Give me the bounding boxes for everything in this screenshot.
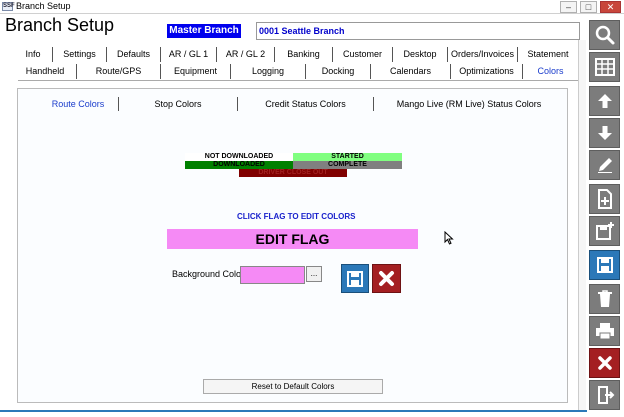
close-icon	[597, 356, 612, 370]
tab-docking[interactable]: Docking	[306, 64, 371, 79]
tab-desktop[interactable]: Desktop	[393, 47, 448, 62]
maximize-button[interactable]: □	[580, 1, 597, 13]
cancel-color-button[interactable]	[372, 264, 401, 293]
tab-equipment[interactable]: Equipment	[161, 64, 231, 79]
tab-logging[interactable]: Logging	[231, 64, 306, 79]
branch-name: 0001 Seattle Branch	[259, 26, 345, 36]
click-flag-hint: CLICK FLAG TO EDIT COLORS	[237, 212, 356, 221]
page-title: Branch Setup	[5, 15, 115, 35]
close-window-button[interactable]: ✕	[600, 1, 621, 13]
tab-statement[interactable]: Statement	[518, 47, 578, 62]
background-color-label: Background Color	[172, 269, 245, 279]
app-icon: SSF	[2, 2, 15, 11]
save-new-button[interactable]	[589, 216, 620, 246]
tab-info[interactable]: Info	[14, 47, 53, 62]
status-line	[0, 410, 587, 412]
minimize-button[interactable]: –	[560, 1, 577, 13]
subtab-route-colors[interactable]: Route Colors	[38, 97, 118, 111]
tab-customer[interactable]: Customer	[333, 47, 393, 62]
save-new-icon	[595, 222, 614, 240]
tab-route-gps[interactable]: Route/GPS	[77, 64, 161, 79]
tab-defaults[interactable]: Defaults	[107, 47, 161, 62]
flag-complete[interactable]: COMPLETE	[293, 161, 402, 169]
tab-ar-gl-2[interactable]: AR / GL 2	[217, 47, 275, 62]
flag-driver-close-out[interactable]: DRIVER CLOSE OUT	[239, 169, 347, 177]
print-icon	[595, 323, 614, 340]
close-icon	[379, 271, 394, 286]
mouse-cursor-icon	[444, 230, 454, 250]
new-document-icon	[597, 189, 612, 209]
cancel-button[interactable]	[589, 348, 620, 378]
vertical-scrollbar[interactable]	[578, 40, 586, 410]
tab-settings[interactable]: Settings	[53, 47, 107, 62]
tab-colors[interactable]: Colors	[523, 64, 578, 79]
color-picker-button[interactable]: ...	[306, 266, 322, 282]
grid-view-button[interactable]	[589, 52, 620, 82]
save-button[interactable]	[589, 250, 620, 280]
arrow-down-icon	[597, 126, 612, 140]
tab-divider	[18, 80, 578, 81]
tab-handheld[interactable]: Handheld	[14, 64, 77, 79]
grid-icon	[594, 58, 615, 76]
background-color-swatch[interactable]	[240, 266, 305, 284]
subtab-credit-status-colors[interactable]: Credit Status Colors	[238, 97, 374, 111]
exit-icon	[597, 386, 614, 404]
master-branch-badge: Master Branch	[167, 24, 241, 38]
flag-started[interactable]: STARTED	[293, 153, 402, 161]
arrow-up-icon	[597, 94, 612, 108]
edit-button[interactable]	[589, 150, 620, 180]
edit-flag-preview[interactable]: EDIT FLAG	[167, 229, 418, 249]
title-bar: SSF Branch Setup – □ ✕	[0, 0, 624, 14]
tab-optimizations[interactable]: Optimizations	[451, 64, 523, 79]
new-record-button[interactable]	[589, 184, 620, 214]
tab-calendars[interactable]: Calendars	[371, 64, 451, 79]
right-toolbar	[587, 16, 624, 417]
trash-icon	[597, 290, 612, 307]
pencil-icon	[597, 158, 612, 173]
tab-orders-invoices[interactable]: Orders/Invoices	[448, 47, 518, 62]
tab-ar-gl-1[interactable]: AR / GL 1	[161, 47, 217, 62]
exit-button[interactable]	[589, 380, 620, 410]
flag-not-downloaded[interactable]: NOT DOWNLOADED	[185, 153, 293, 161]
search-button[interactable]	[589, 20, 620, 50]
window-title: Branch Setup	[16, 1, 71, 11]
save-icon	[347, 271, 363, 287]
subtab-mango-live-status-colors[interactable]: Mango Live (RM Live) Status Colors	[374, 97, 564, 111]
save-icon	[596, 257, 613, 273]
tab-banking[interactable]: Banking	[275, 47, 333, 62]
subtab-stop-colors[interactable]: Stop Colors	[118, 97, 238, 111]
delete-button[interactable]	[589, 284, 620, 314]
reset-default-colors-button[interactable]: Reset to Default Colors	[203, 379, 383, 394]
search-icon	[595, 25, 614, 45]
print-button[interactable]	[589, 316, 620, 346]
move-down-button[interactable]	[589, 118, 620, 148]
save-color-button[interactable]	[341, 264, 369, 293]
flag-downloaded[interactable]: DOWNLOADED	[185, 161, 293, 169]
move-up-button[interactable]	[589, 86, 620, 116]
